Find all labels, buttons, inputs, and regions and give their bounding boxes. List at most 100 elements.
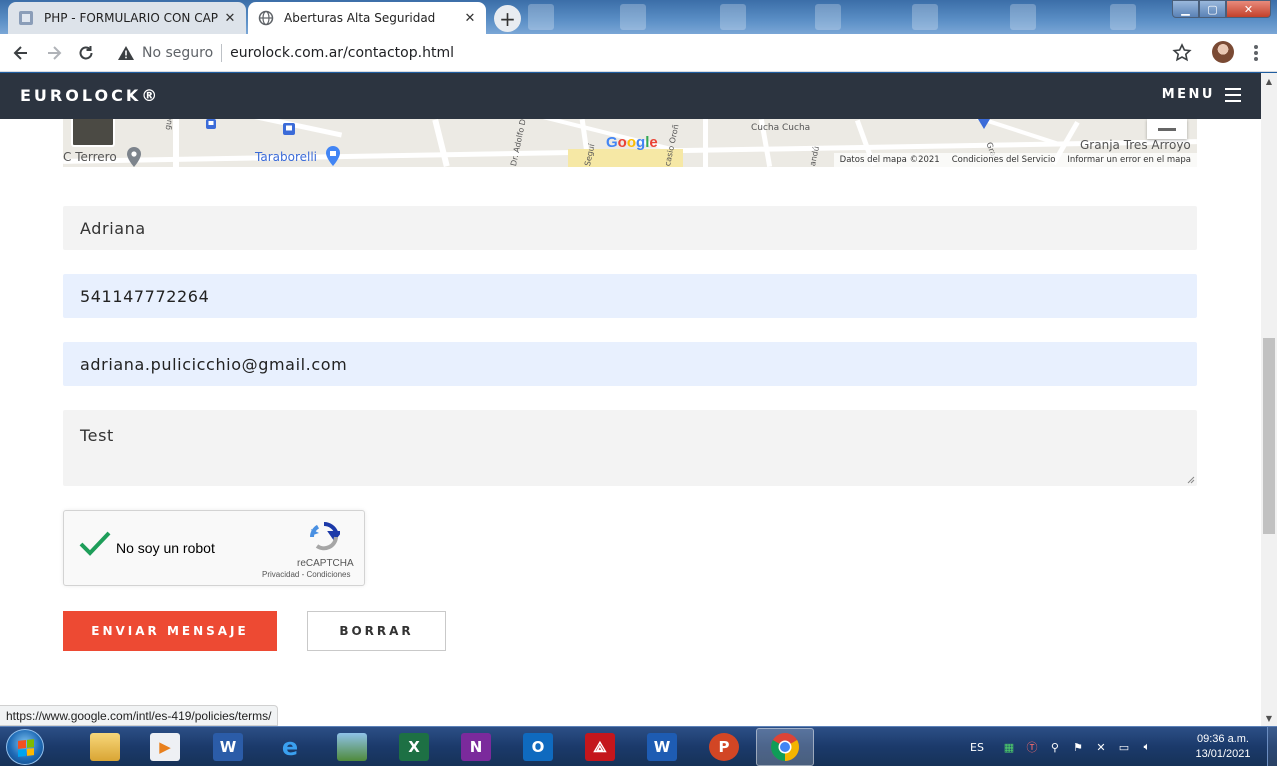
name-field[interactable]: Adriana: [63, 206, 1197, 250]
browser-tab-strip: PHP - FORMULARIO CON CAPTCHA ✕ Aberturas…: [0, 0, 1277, 34]
language-indicator[interactable]: ES: [970, 741, 984, 754]
reload-icon: [79, 46, 93, 60]
network-tray-icon[interactable]: ▦: [1001, 739, 1017, 755]
tab-php-formulario[interactable]: PHP - FORMULARIO CON CAPTCHA ✕: [8, 2, 246, 34]
excel-icon[interactable]: X: [399, 733, 429, 761]
map-road: [432, 119, 450, 167]
map-label: Dr. Adolfo D: [509, 119, 528, 167]
close-tab-icon[interactable]: ✕: [458, 6, 482, 30]
resize-handle-icon[interactable]: [1187, 476, 1195, 484]
internet-explorer-icon[interactable]: e: [275, 733, 305, 761]
onenote-icon[interactable]: N: [461, 733, 491, 761]
desktop-icon: [528, 4, 554, 30]
browser-menu-icon[interactable]: [1248, 43, 1264, 63]
bookmark-star-icon[interactable]: [1172, 43, 1192, 63]
scroll-down-icon[interactable]: ▼: [1261, 710, 1277, 726]
url-text[interactable]: eurolock.com.ar/contactop.html: [230, 45, 454, 61]
taskbar-clock[interactable]: 09:36 a.m. 13/01/2021: [1182, 732, 1264, 762]
word-2007-icon[interactable]: W: [213, 733, 243, 761]
site-header: EUROLOCK® MENU: [0, 73, 1261, 119]
file-explorer-icon[interactable]: [90, 733, 120, 761]
recaptcha-widget: No soy un robot reCAPTCHA Privacidad - C…: [63, 510, 365, 586]
phone-field[interactable]: 541147772264: [63, 274, 1197, 318]
desktop-icon: [815, 4, 841, 30]
scrollbar-thumb[interactable]: [1263, 338, 1275, 534]
display-tray-icon[interactable]: ▭: [1116, 739, 1132, 755]
volume-tray-icon[interactable]: 🔈︎: [1139, 739, 1155, 755]
desktop-icon: [912, 4, 938, 30]
close-tab-icon[interactable]: ✕: [218, 6, 242, 30]
new-tab-button[interactable]: +: [494, 5, 521, 32]
email-field[interactable]: adriana.pulicicchio@gmail.com: [63, 342, 1197, 386]
acrobat-reader-icon[interactable]: ⟁: [585, 733, 615, 761]
menu-button[interactable]: MENU: [1162, 87, 1241, 102]
satellite-thumbnail[interactable]: [71, 119, 115, 147]
clear-button[interactable]: BORRAR: [307, 611, 446, 651]
recaptcha-label: No soy un robot: [116, 540, 215, 556]
hamburger-icon: [1225, 87, 1241, 102]
map-terms-link[interactable]: Condiciones del Servicio: [952, 155, 1056, 165]
desktop-icon: [1110, 4, 1136, 30]
show-desktop-button[interactable]: [1267, 727, 1277, 766]
desktop-icon: [720, 4, 746, 30]
send-message-button[interactable]: ENVIAR MENSAJE: [63, 611, 277, 651]
shopping-pin-icon: [326, 146, 340, 166]
forward-arrow-icon: [48, 46, 62, 60]
address-bar[interactable]: No seguro eurolock.com.ar/contactop.html: [106, 38, 1202, 68]
antivirus-tray-icon[interactable]: Ⓣ: [1024, 739, 1040, 755]
windows-taskbar: ▶ W e X N O ⟁ W P ES ▦ Ⓣ ⚲ ⚑ ✕ ▭ 🔈︎ 09:3…: [0, 726, 1277, 766]
screen: PHP - FORMULARIO CON CAPTCHA ✕ Aberturas…: [0, 0, 1277, 766]
bus-stop-icon: [206, 119, 216, 129]
map-road: [213, 119, 343, 138]
map-road: [173, 119, 179, 167]
globe-icon: [258, 10, 274, 26]
back-button[interactable]: [9, 41, 33, 65]
message-textarea[interactable]: Test: [63, 410, 1197, 486]
minimize-window-button[interactable]: ▁: [1172, 0, 1199, 18]
warning-icon[interactable]: [116, 46, 136, 60]
start-button[interactable]: [6, 729, 44, 765]
map-pin-icon: [127, 147, 141, 167]
outlook-icon[interactable]: O: [523, 733, 553, 761]
forward-button[interactable]: [42, 41, 66, 65]
map-marker-icon: [978, 119, 990, 129]
sync-tray-icon[interactable]: ✕: [1093, 739, 1109, 755]
message-text: Test: [80, 426, 114, 445]
maximize-window-button[interactable]: ▢: [1199, 0, 1226, 18]
search-tray-icon[interactable]: ⚲: [1047, 739, 1063, 755]
windows-logo-icon: [18, 739, 34, 757]
link-status-bubble: https://www.google.com/intl/es-419/polic…: [0, 705, 279, 726]
page-viewport: EUROLOCK® MENU C Terrero guel Angel: [0, 73, 1261, 726]
back-arrow-icon: [13, 46, 27, 60]
word-icon[interactable]: W: [647, 733, 677, 761]
security-status[interactable]: No seguro: [142, 45, 213, 61]
flag-tray-icon[interactable]: ⚑: [1070, 739, 1086, 755]
recaptcha-brand: reCAPTCHA: [297, 558, 354, 569]
map-report-error-link[interactable]: Informar un error en el mapa: [1067, 155, 1191, 165]
photo-viewer-icon[interactable]: [337, 733, 367, 761]
map-data-credit: Datos del mapa ©2021: [839, 155, 940, 165]
map-zoom-out-button[interactable]: [1147, 119, 1187, 139]
powerpoint-icon[interactable]: P: [709, 733, 739, 761]
site-logo[interactable]: EUROLOCK®: [20, 86, 160, 105]
profile-avatar[interactable]: [1212, 41, 1234, 63]
map-label: Granja Tres Arroyo: [1080, 138, 1191, 152]
map-label: C Terrero: [63, 150, 117, 164]
page-scrollbar[interactable]: ▲ ▼: [1261, 73, 1277, 726]
recaptcha-terms-link[interactable]: Privacidad - Condiciones: [262, 570, 351, 579]
clock-time: 09:36 a.m.: [1197, 733, 1249, 745]
tab-title: Aberturas Alta Seguridad: [284, 11, 436, 25]
map-label: Cucha Cucha: [751, 123, 811, 133]
desktop-icon: [1010, 4, 1036, 30]
tab-aberturas[interactable]: Aberturas Alta Seguridad ✕: [248, 2, 486, 34]
map-attribution: Datos del mapa ©2021 Condiciones del Ser…: [833, 153, 1197, 167]
map-label: Taraborelli: [255, 150, 317, 164]
bus-stop-icon: [283, 123, 295, 135]
embedded-map[interactable]: C Terrero guel Angel Taraborelli Dr. Ado…: [63, 119, 1197, 167]
media-player-icon[interactable]: ▶: [150, 733, 180, 761]
checkmark-icon[interactable]: [78, 529, 112, 557]
scroll-up-icon[interactable]: ▲: [1261, 73, 1277, 89]
reload-button[interactable]: [74, 41, 98, 65]
php-page-icon: [18, 10, 34, 26]
close-window-button[interactable]: ✕: [1226, 0, 1271, 18]
